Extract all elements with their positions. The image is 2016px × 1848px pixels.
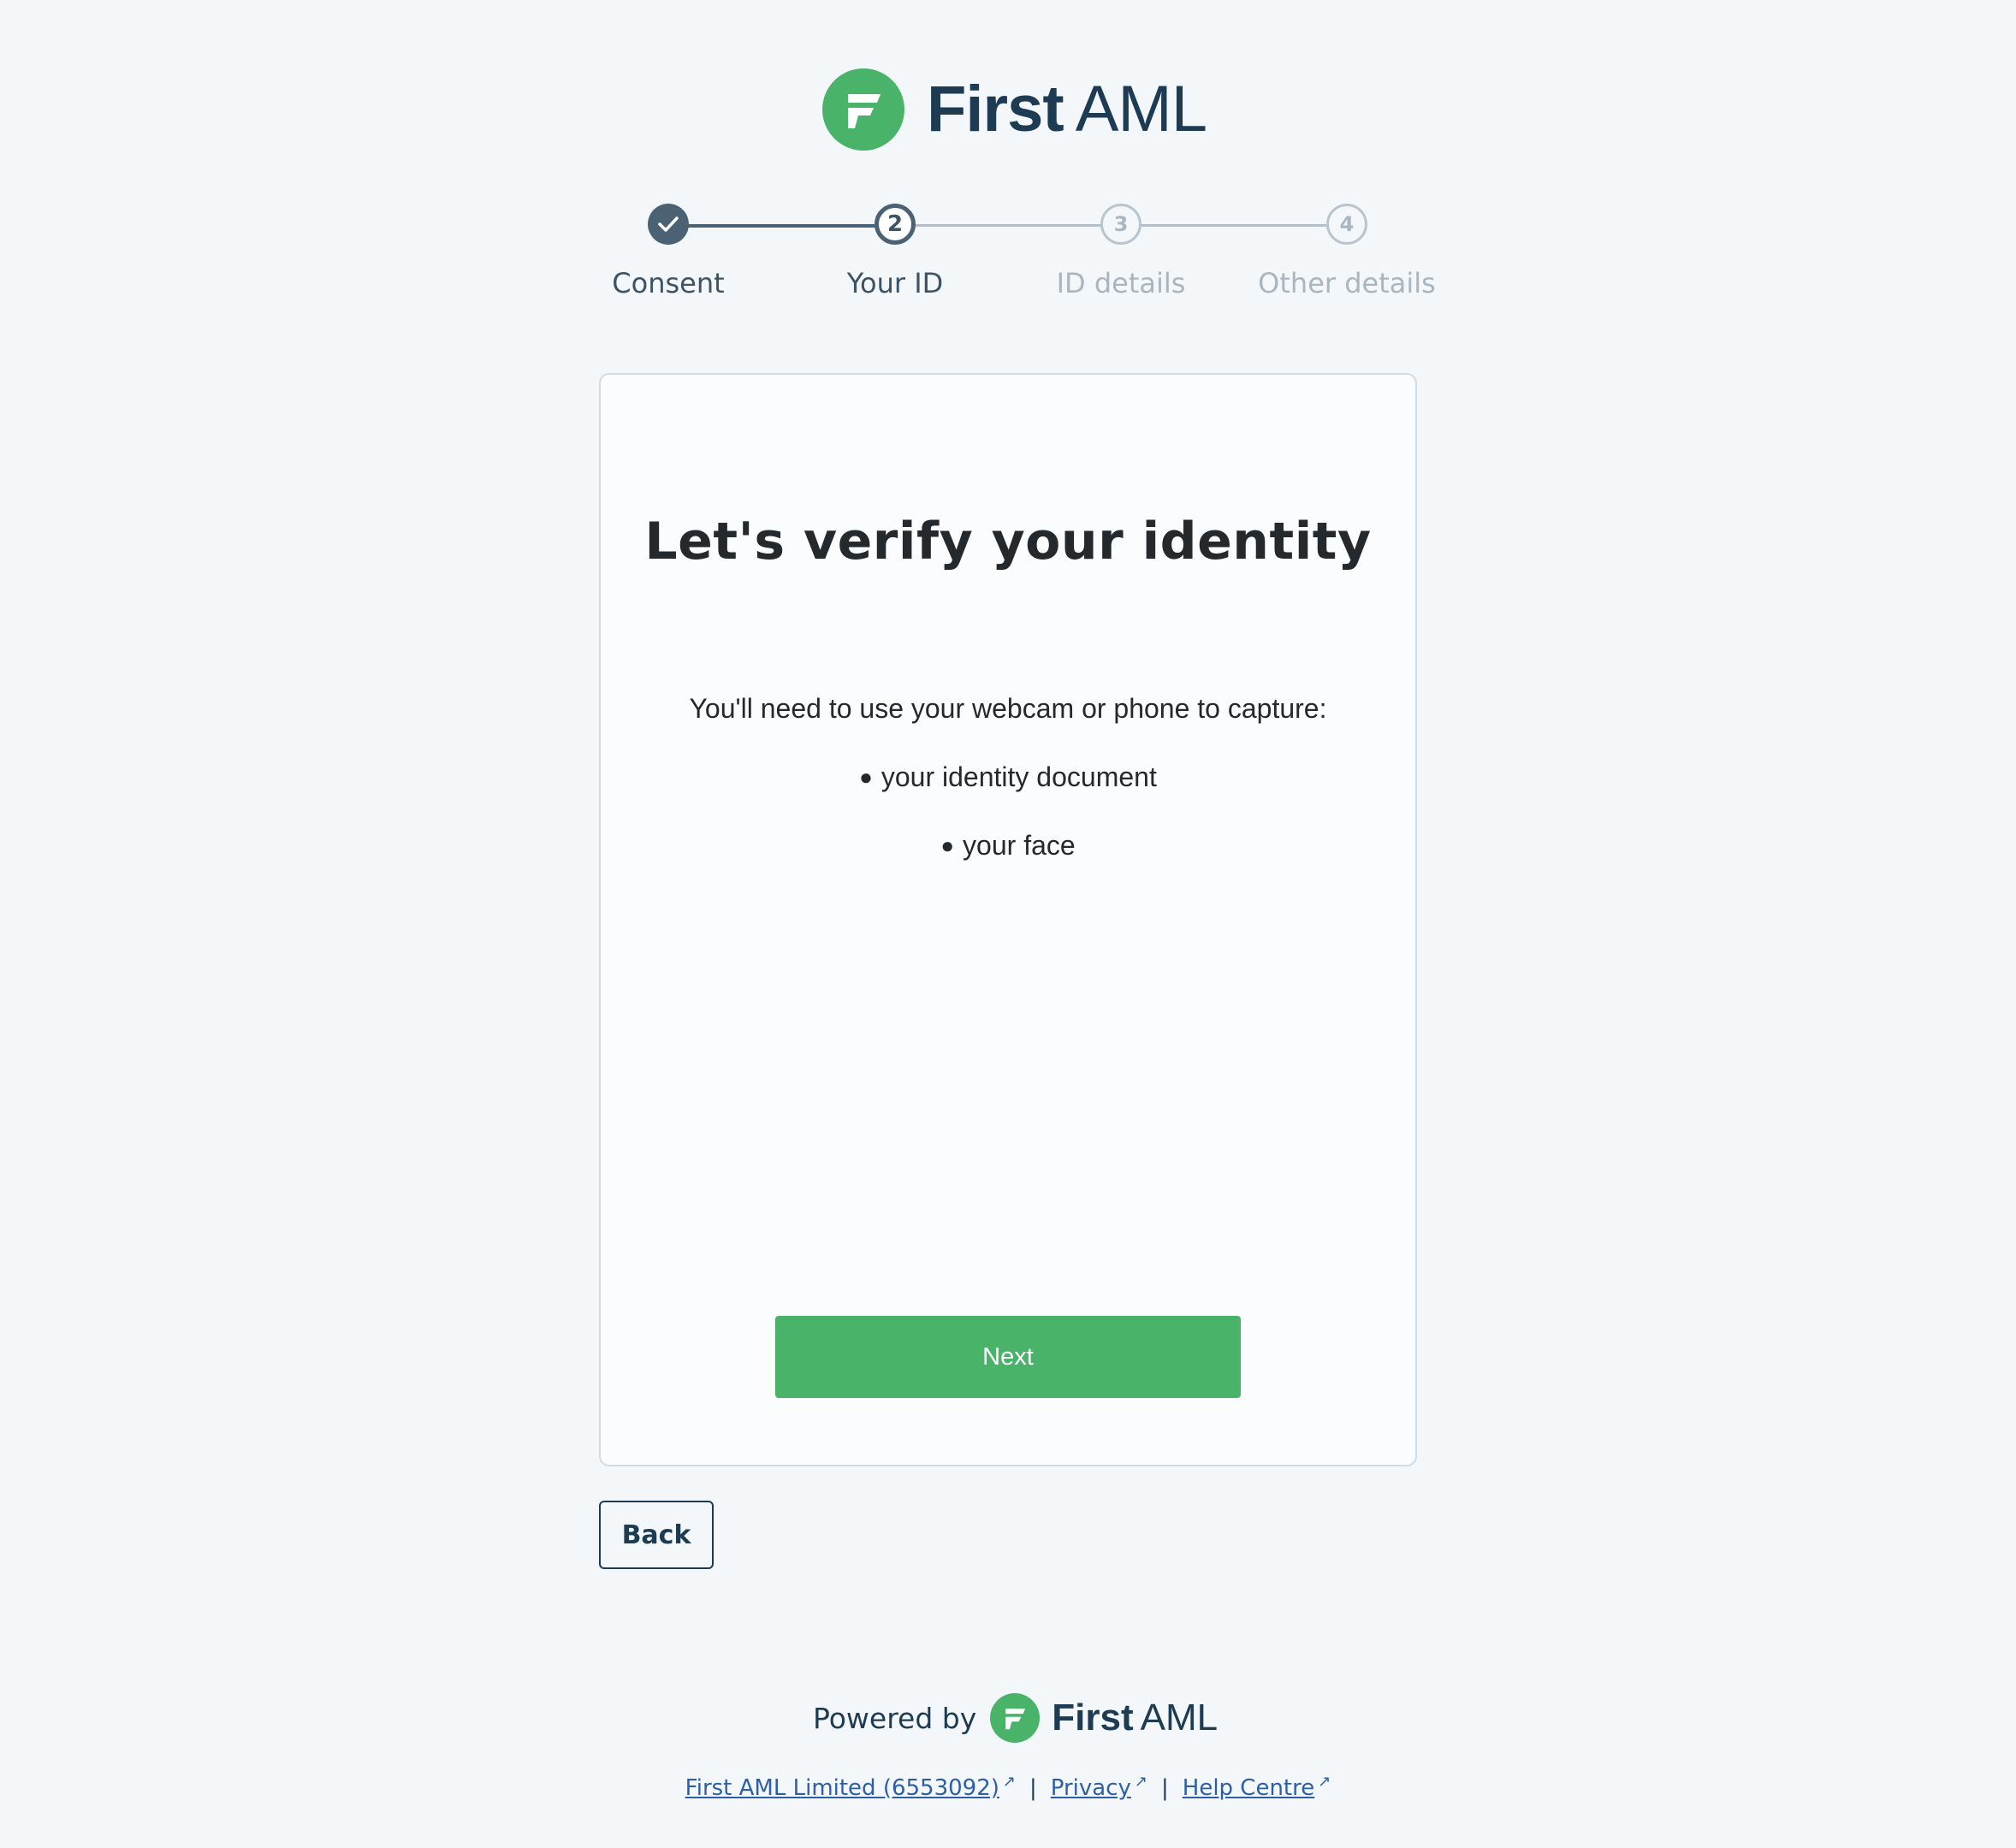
back-button[interactable]: Back [599,1501,714,1569]
separator: | [1161,1775,1169,1801]
step-2-dot: 2 [875,204,916,245]
step-4-label: Other details [1258,267,1436,299]
page-title: Let's verify your identity [644,512,1372,572]
powered-by: Powered by First AML [813,1692,1218,1744]
capture-instructions: You'll need to use your webcam or phone … [689,693,1327,724]
first-aml-logo-icon [822,68,904,151]
step-connector-3 [1121,224,1347,227]
footer-brand-wordmark: First AML [1052,1697,1218,1738]
checkmark-icon [658,216,679,232]
header-logo: First AML [822,68,1207,151]
step-1-label: Consent [612,267,725,299]
external-link-icon: ↗ [1002,1773,1016,1791]
list-item: ● your face [940,830,1076,861]
next-button[interactable]: Next [775,1316,1241,1398]
external-link-icon: ↗ [1134,1773,1147,1791]
step-3-dot: 3 [1100,204,1141,245]
powered-by-text: Powered by [813,1701,977,1735]
step-4-dot: 4 [1326,204,1367,245]
list-item: ● your identity document [859,761,1157,792]
first-aml-logo-icon [990,1693,1041,1743]
step-3-label: ID details [1056,267,1186,299]
step-2-label: Your ID [846,267,944,299]
footer-links: First AML Limited (6553092) ↗ | Privacy ↗ | He… [0,1773,2016,1801]
brand-wordmark: First AML [927,73,1207,145]
separator: | [1029,1775,1037,1801]
privacy-link[interactable]: Privacy [1051,1775,1131,1801]
bullet-icon: ● [859,764,873,790]
step-connector-1 [669,224,895,228]
company-link[interactable]: First AML Limited (6553092) [685,1775,999,1801]
help-centre-link[interactable]: Help Centre [1183,1775,1314,1801]
bullet-icon: ● [940,832,955,858]
verify-identity-card: Let's verify your identity You'll need t… [599,373,1417,1466]
progress-stepper: 2 3 4 Consent Your ID ID details Other d… [0,204,2016,306]
step-connector-2 [895,224,1121,227]
external-link-icon: ↗ [1318,1773,1331,1791]
step-1-dot [648,204,689,245]
